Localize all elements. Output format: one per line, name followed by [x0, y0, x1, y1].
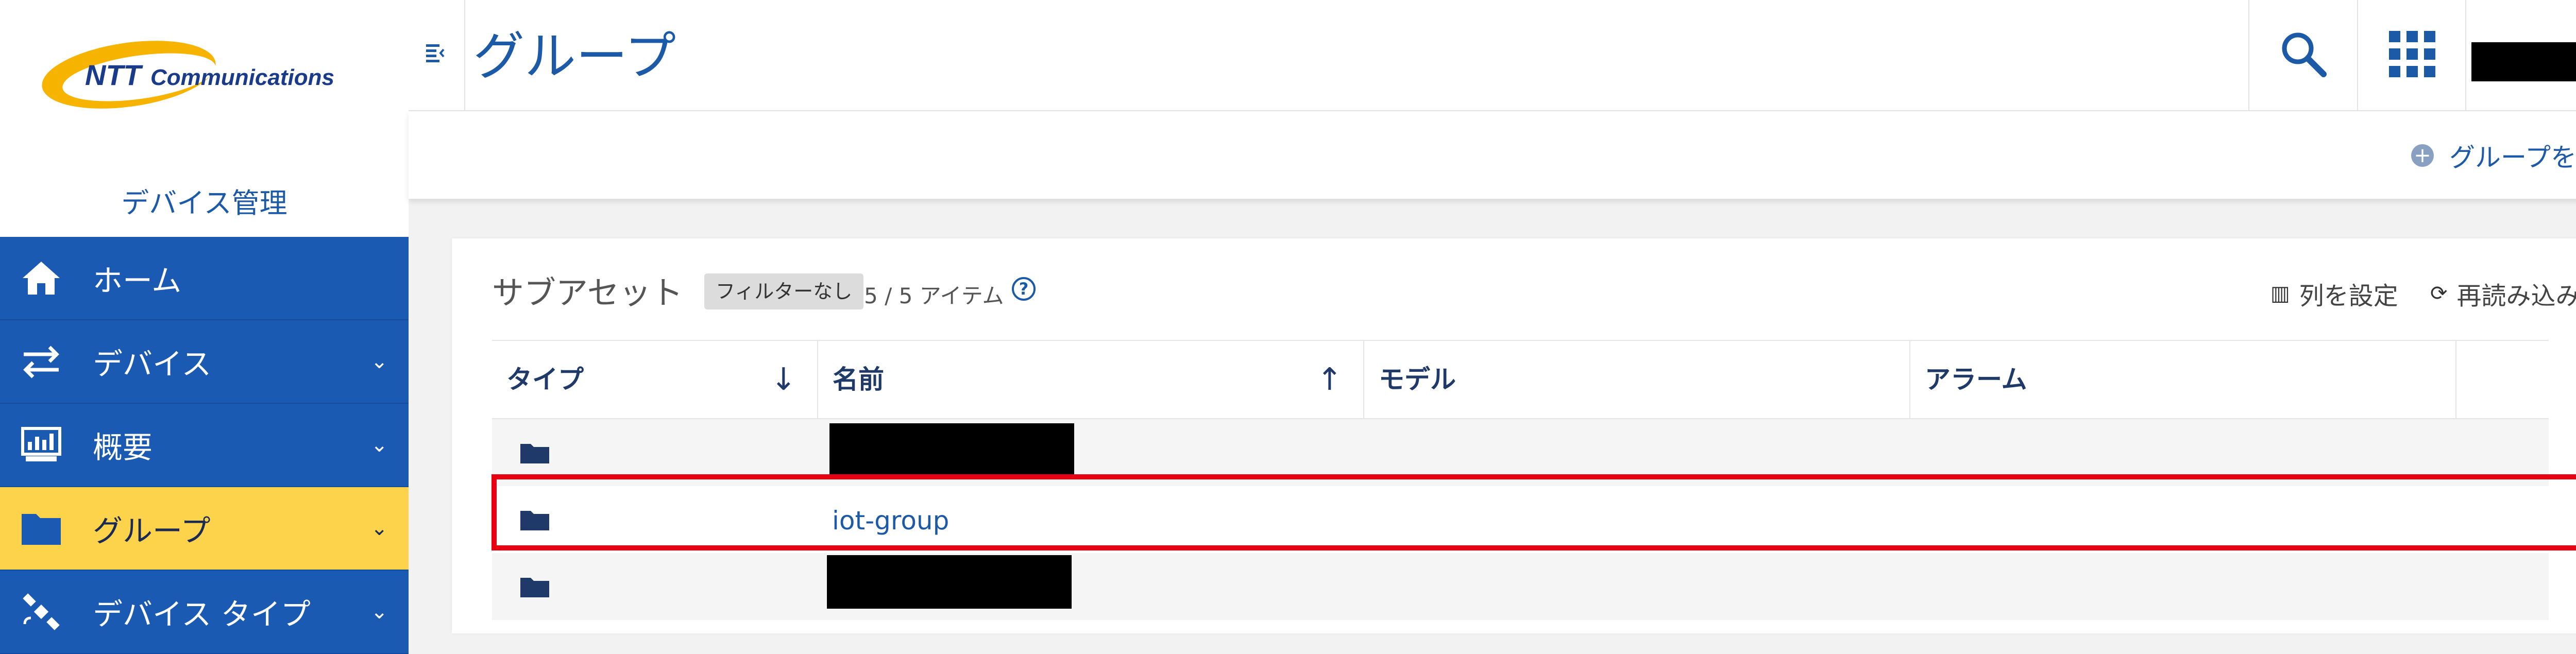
highlight-annotation [492, 474, 2576, 550]
top-header: グループ [409, 0, 2576, 111]
table-row[interactable] [492, 553, 2549, 620]
folder-icon [22, 514, 61, 545]
sidebar-item-label: 概要 [93, 430, 153, 465]
app-title: デバイス管理 [121, 187, 287, 219]
reload-label: 再読み込み [2456, 282, 2576, 311]
help-icon[interactable]: ? [1012, 277, 1036, 301]
sidebar-item-devices[interactable]: デバイス ⌄ [0, 320, 409, 404]
sidebar-item-home[interactable]: ホーム [0, 237, 409, 320]
sidebar-item-device-types[interactable]: デバイス タイプ ⌄ [0, 571, 409, 654]
sidebar-item-label: ホーム [93, 263, 182, 298]
chevron-down-icon: ⌄ [370, 517, 388, 540]
redacted-username [2471, 42, 2576, 81]
filter-badge[interactable]: フィルターなし [704, 273, 864, 309]
chevron-down-icon: ⌄ [370, 350, 388, 373]
sort-down-icon[interactable]: ↓ [771, 341, 796, 418]
action-bar: + グループを追加 [409, 111, 2576, 199]
column-header-type[interactable]: タイプ ↓ [492, 341, 818, 418]
sidebar: NTT Communications デバイス管理 ホーム デバイス ⌄ 概要 … [0, 0, 409, 654]
svg-text:NTT: NTT [85, 59, 144, 91]
refresh-icon: ⟳ [2430, 282, 2448, 305]
sidebar-item-label: デバイス [93, 347, 212, 382]
add-group-label: グループを追加 [2449, 143, 2576, 173]
add-group-button[interactable]: + グループを追加 [2411, 137, 2576, 174]
folder-icon [520, 444, 549, 463]
sidebar-item-overview[interactable]: 概要 ⌄ [0, 404, 409, 487]
home-icon [23, 262, 60, 295]
user-menu[interactable] [2465, 0, 2576, 110]
sort-up-icon[interactable]: ↑ [1317, 341, 1343, 418]
plus-circle-icon: + [2411, 144, 2434, 167]
redacted-name [829, 423, 1074, 477]
column-header-alarm[interactable]: アラーム [1910, 341, 2456, 418]
reload-button[interactable]: ⟳ 再読み込み [2430, 276, 2576, 312]
page-title: グループ [473, 26, 676, 87]
column-header-model[interactable]: モデル [1364, 341, 1910, 418]
columns-icon: ▥ [2270, 282, 2290, 305]
app-switcher-button[interactable] [2357, 0, 2466, 110]
search-button[interactable] [2248, 0, 2358, 110]
card-title: サブアセット [492, 274, 683, 312]
redacted-name [827, 555, 1072, 609]
sidebar-toggle-button[interactable] [409, 0, 465, 110]
chevron-down-icon: ⌄ [370, 433, 388, 457]
column-header-name[interactable]: 名前 ↑ [818, 341, 1364, 418]
search-icon [2282, 32, 2327, 77]
configure-columns-label: 列を設定 [2299, 282, 2398, 311]
chevron-down-icon: ⌄ [370, 600, 388, 624]
sidebar-nav: ホーム デバイス ⌄ 概要 ⌄ グループ ⌄ デバイス タイプ ⌄ [0, 237, 409, 654]
sidebar-item-label: デバイス タイプ [93, 597, 311, 632]
arrows-exchange-icon [23, 346, 59, 378]
ntt-communications-logo[interactable]: NTT Communications [36, 31, 366, 118]
folder-icon [520, 578, 549, 597]
configure-columns-button[interactable]: ▥ 列を設定 [2270, 276, 2398, 312]
sidebar-item-groups[interactable]: グループ ⌄ [0, 487, 409, 571]
item-count: 5 / 5 アイテム [864, 283, 1004, 308]
svg-text:Communications: Communications [150, 65, 334, 90]
sidebar-item-label: グループ [93, 513, 211, 548]
table-header: タイプ ↓ 名前 ↑ モデル アラーム [492, 340, 2549, 419]
menu-collapse-icon [426, 44, 445, 62]
satellite-icon [23, 593, 60, 630]
grid-icon [2389, 31, 2435, 77]
dashboard-icon [21, 427, 61, 461]
subassets-card: サブアセット フィルターなし 5 / 5 アイテム ? ▥ 列を設定 ⟳ 再読み… [452, 238, 2576, 633]
